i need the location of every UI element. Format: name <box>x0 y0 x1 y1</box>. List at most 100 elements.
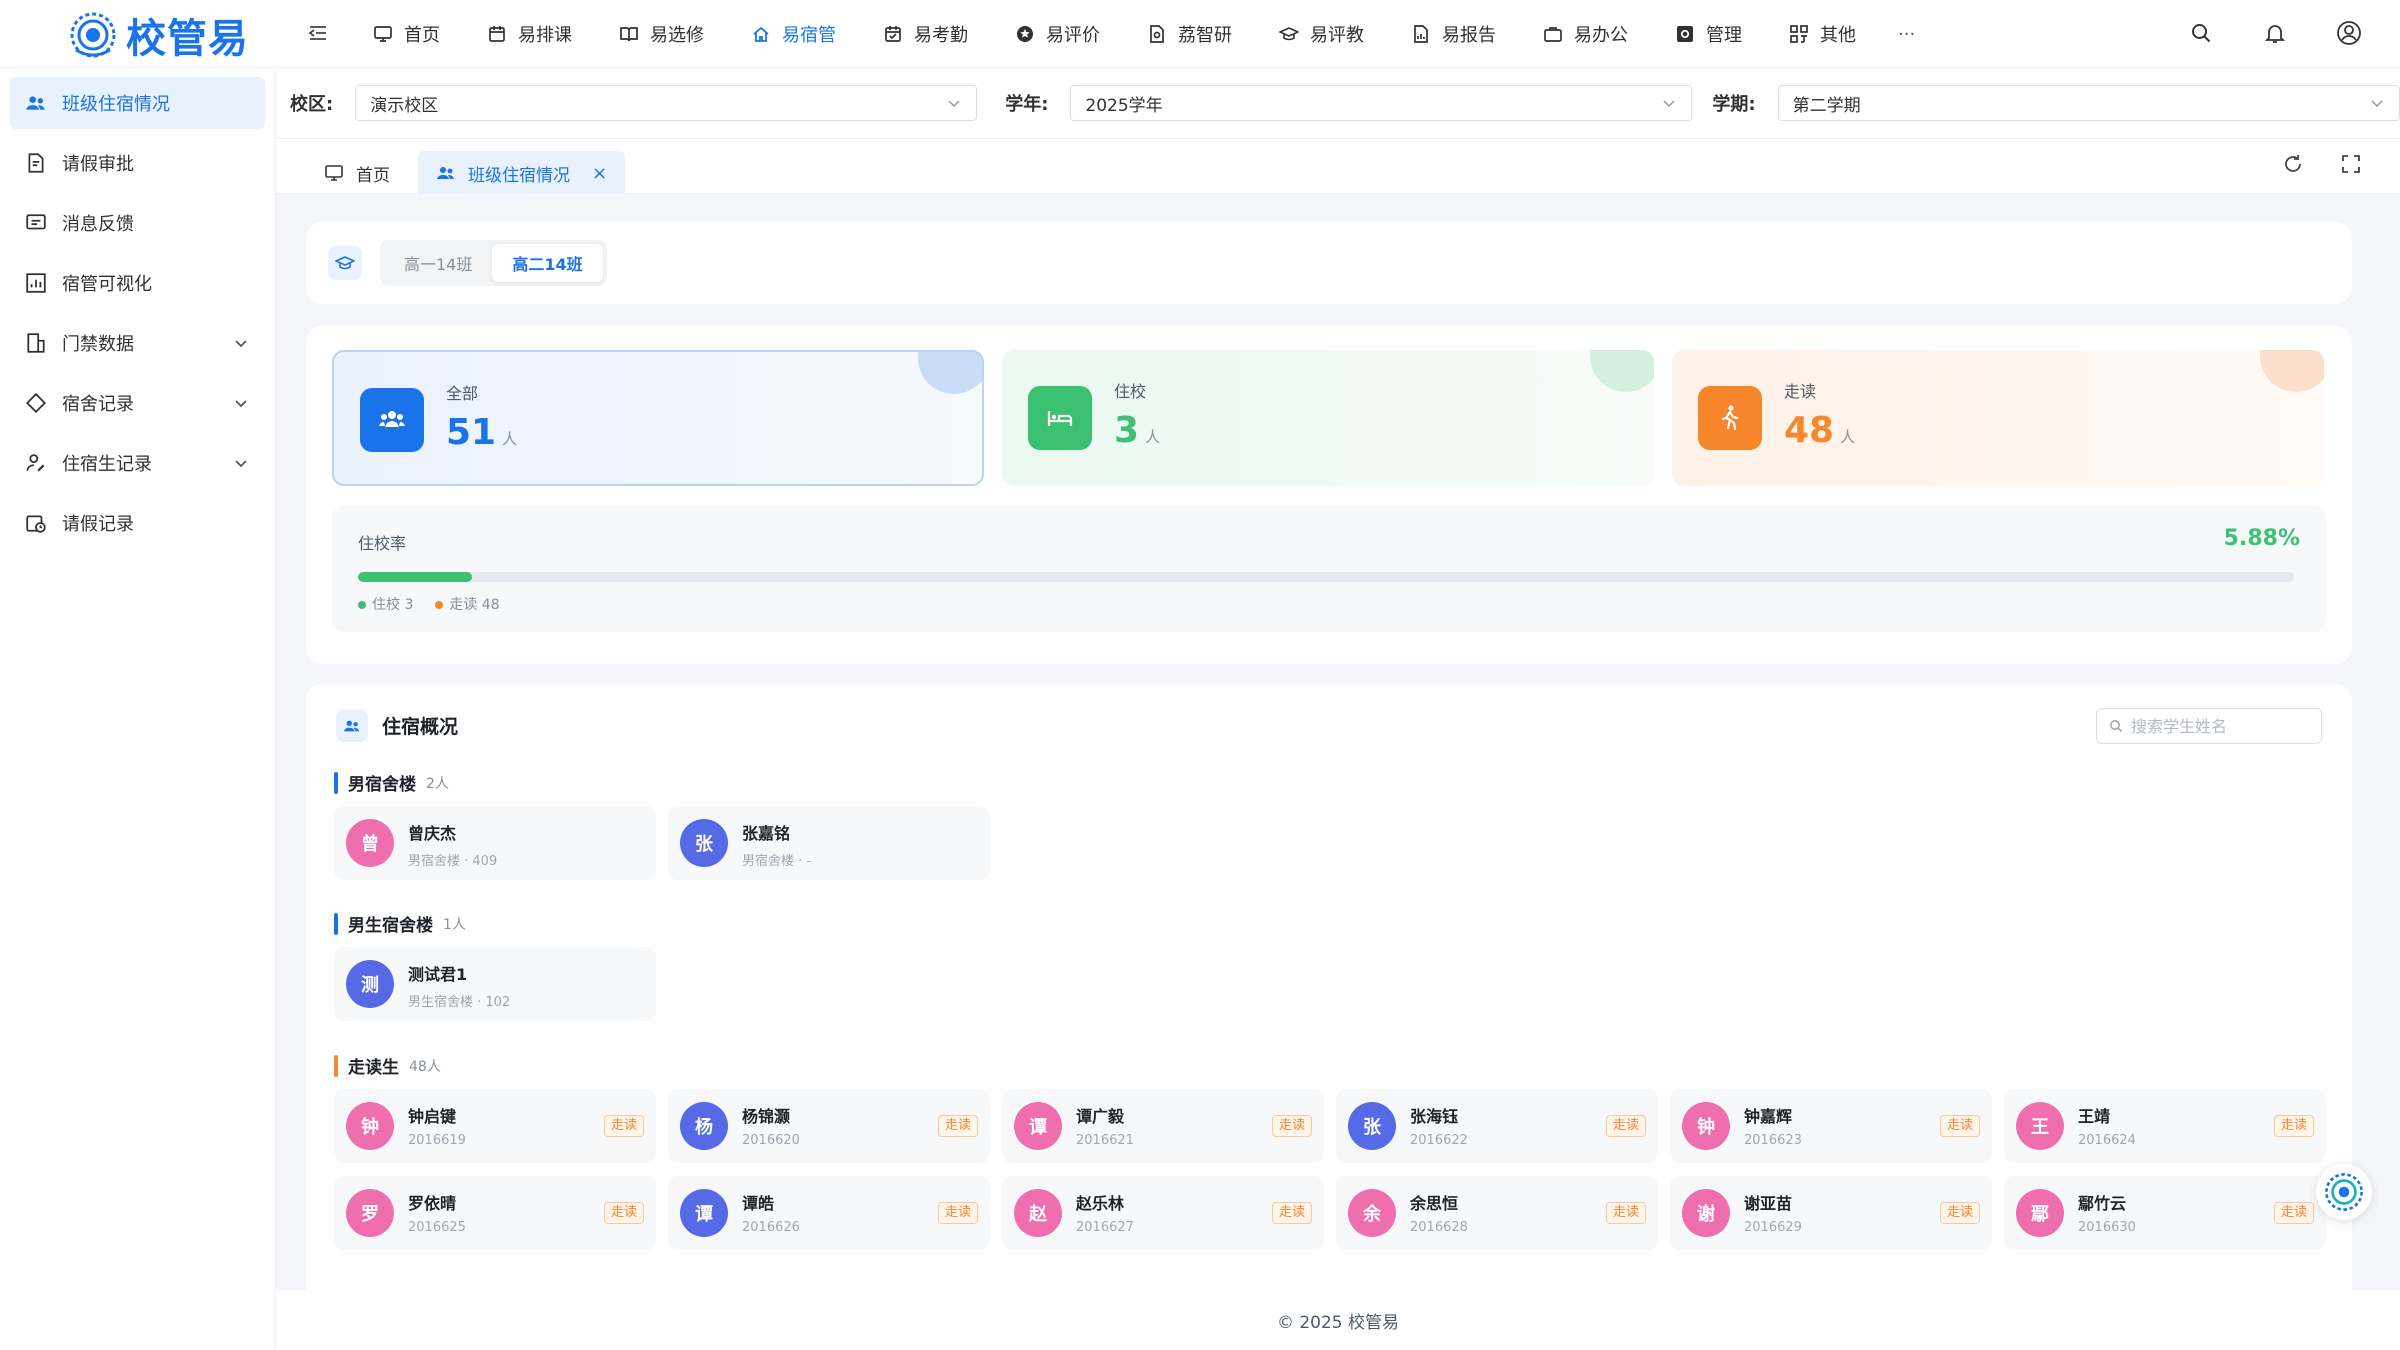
sidebar-item-4[interactable]: 门禁数据 <box>10 317 265 369</box>
tab-class-boarding[interactable]: 班级住宿情况 × <box>418 151 626 195</box>
status-badge: 走读 <box>937 1202 978 1224</box>
sidebar-item-1[interactable]: 请假审批 <box>10 137 265 189</box>
student-search[interactable] <box>2096 708 2322 744</box>
avatar: 张 <box>680 819 728 867</box>
class-option-1[interactable]: 高一14班 <box>384 244 492 282</box>
avatar: 谭 <box>1014 1102 1062 1150</box>
group-count: 1人 <box>443 916 466 933</box>
student-card[interactable]: 赵赵乐林 2016627 走读 <box>1002 1176 1324 1250</box>
nav-item-10[interactable]: 管理 <box>1674 0 1742 68</box>
user-edit-icon <box>24 451 48 475</box>
student-sub: 男宿舍楼 · - <box>742 854 812 869</box>
student-card[interactable]: 钟钟嘉辉 2016623 走读 <box>1670 1089 1992 1163</box>
student-card[interactable]: 罗罗依晴 2016625 走读 <box>334 1176 656 1250</box>
nav-item-label: 易考勤 <box>914 25 968 46</box>
year-select[interactable]: 2025学年 <box>1070 85 1693 121</box>
app-logo[interactable]: 校管易 <box>68 6 249 64</box>
term-value: 第二学期 <box>1792 95 1861 116</box>
sidebar-item-5[interactable]: 宿舍记录 <box>10 377 265 429</box>
nav-item-6[interactable]: 荔智研 <box>1146 0 1232 68</box>
legend-boarding: 住校 3 <box>358 594 413 614</box>
student-name: 鄢竹云 <box>2078 1194 2127 1213</box>
student-search-input[interactable] <box>2131 716 2311 736</box>
nav-item-5[interactable]: 易评价 <box>1014 0 1100 68</box>
nav-item-label: 荔智研 <box>1178 25 1232 46</box>
assistant-float-button[interactable] <box>2316 1164 2372 1220</box>
class-option-2[interactable]: 高二14班 <box>492 244 603 282</box>
nav-item-11[interactable]: 其他 <box>1788 0 1856 68</box>
student-card[interactable]: 张张海钰 2016622 走读 <box>1336 1089 1658 1163</box>
nav-more-button[interactable]: ··· <box>1898 24 1915 45</box>
sidebar-item-2[interactable]: 消息反馈 <box>10 197 265 249</box>
status-badge: 走读 <box>1605 1202 1646 1224</box>
student-card[interactable]: 钟钟启键 2016619 走读 <box>334 1089 656 1163</box>
student-card[interactable]: 谭谭广毅 2016621 走读 <box>1002 1089 1324 1163</box>
nav-item-4[interactable]: 易考勤 <box>882 0 968 68</box>
student-card[interactable]: 鄢鄢竹云 2016630 走读 <box>2004 1176 2326 1250</box>
avatar: 钟 <box>346 1102 394 1150</box>
student-sub: 2016620 <box>742 1133 800 1148</box>
student-card[interactable]: 谭谭皓 2016626 走读 <box>668 1176 990 1250</box>
nav-item-1[interactable]: 易排课 <box>486 0 572 68</box>
bell-icon[interactable] <box>2262 20 2288 46</box>
users-icon <box>437 167 454 179</box>
sidebar-item-label: 宿舍记录 <box>62 394 134 415</box>
student-card[interactable]: 杨杨锦灏 2016620 走读 <box>668 1089 990 1163</box>
nav-item-8[interactable]: 易报告 <box>1410 0 1496 68</box>
nav-item-0[interactable]: 首页 <box>372 0 440 68</box>
tab-tools <box>2282 153 2362 175</box>
sidebar-item-label: 门禁数据 <box>62 334 134 355</box>
tab-home[interactable]: 首页 <box>306 151 408 195</box>
rate-label: 住校率 <box>358 534 407 553</box>
close-icon[interactable]: × <box>592 163 607 184</box>
nav-item-label: 管理 <box>1706 25 1742 46</box>
nav-item-label: 易评教 <box>1310 25 1364 46</box>
stat-boarding[interactable]: 住校 3人 <box>1002 350 1654 486</box>
year-label: 学年: <box>1005 94 1049 115</box>
nav-item-3[interactable]: 易宿管 <box>750 0 836 68</box>
chevron-down-icon[interactable] <box>231 393 251 413</box>
term-select[interactable]: 第二学期 <box>1777 85 2400 121</box>
group-color-bar <box>334 912 338 935</box>
chevron-down-icon[interactable] <box>231 333 251 353</box>
stat-walking[interactable]: 走读 48 人 <box>1672 350 2324 486</box>
message-icon <box>24 211 48 235</box>
refresh-icon[interactable] <box>2282 153 2304 175</box>
users-icon <box>336 710 368 742</box>
student-card[interactable]: 王王靖 2016624 走读 <box>2004 1089 2326 1163</box>
avatar: 王 <box>2016 1102 2064 1150</box>
tab-home-label: 首页 <box>356 165 390 186</box>
chevron-down-icon <box>1663 100 1675 108</box>
campus-select[interactable]: 演示校区 <box>355 85 978 121</box>
sidebar-item-label: 班级住宿情况 <box>62 94 170 115</box>
stat-walking-number: 48 <box>1784 410 1835 451</box>
student-card[interactable]: 谢谢亚苗 2016629 走读 <box>1670 1176 1992 1250</box>
nav-item-label: 易办公 <box>1574 25 1628 46</box>
nav-item-7[interactable]: 易评教 <box>1278 0 1364 68</box>
collapse-menu-icon[interactable] <box>306 22 330 46</box>
user-avatar-icon[interactable] <box>2336 20 2362 46</box>
student-card[interactable]: 测测试君1 男生宿舍楼 · 102 <box>334 947 656 1021</box>
student-sub: 2016630 <box>2078 1220 2136 1235</box>
group-header: 男生宿舍楼 1人 <box>334 911 466 936</box>
nav-item-2[interactable]: 易选修 <box>618 0 704 68</box>
nav-item-label: 易排课 <box>518 25 572 46</box>
briefcase-icon <box>1542 23 1564 45</box>
status-badge: 走读 <box>1939 1115 1980 1137</box>
year-value: 2025学年 <box>1085 95 1163 116</box>
nav-item-9[interactable]: 易办公 <box>1542 0 1628 68</box>
student-card[interactable]: 余余思恒 2016628 走读 <box>1336 1176 1658 1250</box>
top-header: 校管易 首页 易排课 易选修 易宿管 易考勤 易评价 荔智研 易评教 易报告 易办公 管理 其他 ··· <box>0 0 2400 68</box>
stat-total-label: 全部 <box>446 384 479 403</box>
fullscreen-icon[interactable] <box>2340 153 2362 175</box>
search-icon[interactable] <box>2188 20 2214 46</box>
student-card[interactable]: 张张嘉铭 男宿舍楼 · - <box>668 806 990 880</box>
sidebar-item-6[interactable]: 住宿生记录 <box>10 437 265 489</box>
sidebar-item-0[interactable]: 班级住宿情况 <box>10 77 265 129</box>
sidebar-item-7[interactable]: 请假记录 <box>10 497 265 549</box>
chevron-down-icon[interactable] <box>231 453 251 473</box>
sidebar-item-3[interactable]: 宿管可视化 <box>10 257 265 309</box>
class-segmented-control: 高一14班 高二14班 <box>380 240 607 286</box>
stat-total[interactable]: 全部 51 人 <box>332 350 984 486</box>
student-card[interactable]: 曾曾庆杰 男宿舍楼 · 409 <box>334 806 656 880</box>
